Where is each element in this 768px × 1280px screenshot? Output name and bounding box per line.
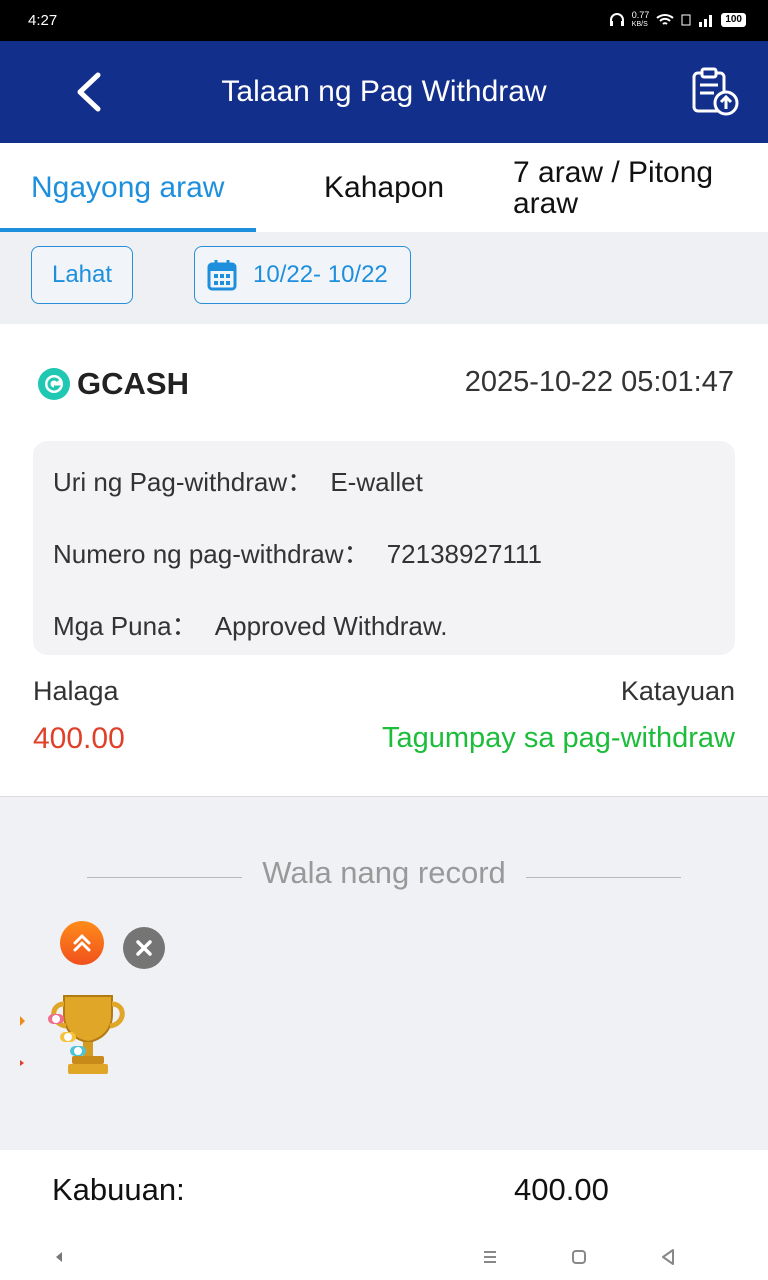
- trophy-icon[interactable]: [20, 990, 138, 1080]
- date-tabs: Ngayong araw Kahapon 7 araw / Pitong ara…: [0, 143, 768, 232]
- signal-icon: [699, 15, 713, 27]
- remarks-label: Mga Puna：: [53, 611, 198, 641]
- no-more-records: Wala nang record: [262, 855, 506, 890]
- total-value: 400.00: [514, 1172, 609, 1207]
- net-speed: 0.77 KB/S: [632, 11, 650, 29]
- close-float-button[interactable]: [123, 927, 165, 969]
- net-speed-value: 0.77: [631, 10, 650, 20]
- date-range-button[interactable]: 10/22- 10/22: [194, 246, 411, 304]
- withdraw-number-value: 72138927111: [386, 539, 542, 569]
- filter-all-label: Lahat: [51, 261, 113, 288]
- battery-icon: 100: [721, 13, 746, 27]
- divider-right: [526, 877, 681, 878]
- tab-seven-days-label: 7 araw / Pitong araw: [513, 155, 714, 220]
- nav-back-small-icon[interactable]: [53, 1250, 65, 1264]
- withdraw-record-card[interactable]: GCASH 2025-10-22 05:01:47 Uri ng Pag-wit…: [0, 324, 768, 797]
- payment-method: GCASH: [77, 366, 189, 401]
- net-speed-unit: KB/S: [631, 21, 648, 28]
- withdraw-number-label: Numero ng pag-withdraw：: [53, 539, 370, 569]
- amount-label: Halaga: [33, 676, 119, 706]
- tab-today-label: Ngayong araw: [31, 170, 225, 204]
- status-bar: 4:27 0.77 KB/S 100: [0, 0, 768, 41]
- remarks-value: Approved Withdraw.: [214, 611, 448, 641]
- wifi-icon: [656, 14, 674, 25]
- remarks-row: Mga Puna： Approved Withdraw.: [53, 606, 447, 643]
- record-details: Uri ng Pag-withdraw： E-wallet Numero ng …: [33, 441, 735, 655]
- status-time: 4:27: [28, 12, 58, 29]
- status-label: Katayuan: [620, 676, 735, 706]
- tab-yesterday[interactable]: Kahapon: [324, 143, 444, 232]
- close-icon: [136, 940, 152, 956]
- calendar-icon: [207, 260, 237, 291]
- tab-today[interactable]: Ngayong araw: [31, 143, 224, 232]
- date-range-label: 10/22- 10/22: [253, 261, 388, 288]
- filter-bar: Lahat 10/22- 10/22: [0, 232, 768, 324]
- total-footer: Kabuuan: 400.00: [0, 1150, 768, 1240]
- system-nav-bar: [0, 1240, 768, 1280]
- clipboard-upload-icon[interactable]: [690, 67, 740, 117]
- nav-back-icon[interactable]: [660, 1248, 676, 1266]
- record-datetime: 2025-10-22 05:01:47: [464, 366, 734, 398]
- withdraw-type-label: Uri ng Pag-withdraw：: [53, 467, 314, 497]
- nav-home-icon[interactable]: [571, 1249, 587, 1265]
- amount-value: 400.00: [33, 722, 125, 755]
- withdraw-number-row: Numero ng pag-withdraw： 72138927111: [53, 534, 542, 571]
- filter-all-button[interactable]: Lahat: [31, 246, 133, 304]
- status-icons: 0.77 KB/S 100: [609, 11, 746, 29]
- headphones-icon: [609, 13, 624, 26]
- page-title: Talaan ng Pag Withdraw: [221, 75, 547, 108]
- withdraw-type-row: Uri ng Pag-withdraw： E-wallet: [53, 462, 423, 499]
- app-header: Talaan ng Pag Withdraw: [0, 41, 768, 143]
- double-chevron-up-icon: [73, 934, 91, 952]
- nav-menu-icon[interactable]: [482, 1249, 498, 1265]
- total-label: Kabuuan:: [52, 1172, 185, 1207]
- withdraw-type-value: E-wallet: [330, 467, 423, 497]
- tab-seven-days[interactable]: 7 araw / Pitong araw: [513, 143, 743, 232]
- volte-icon: [681, 14, 691, 26]
- status-value: Tagumpay sa pag-withdraw: [381, 722, 735, 754]
- gcash-icon: [38, 368, 70, 400]
- tab-yesterday-label: Kahapon: [324, 170, 445, 204]
- scroll-top-button[interactable]: [60, 921, 104, 965]
- gcash-logo: GCASH: [38, 366, 189, 402]
